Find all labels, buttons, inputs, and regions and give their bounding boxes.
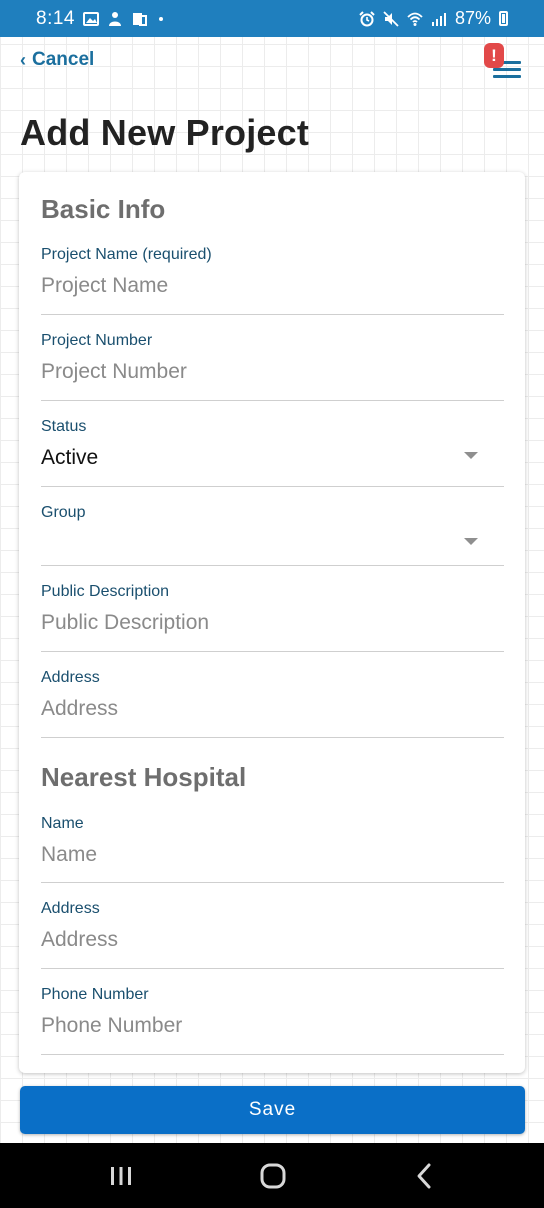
hospital-phone-input[interactable] bbox=[41, 1012, 504, 1040]
status-field[interactable]: Status Active bbox=[41, 418, 504, 487]
cancel-button[interactable]: ‹ Cancel bbox=[20, 49, 94, 71]
group-underline bbox=[41, 565, 504, 566]
hospital-phone-underline bbox=[41, 1054, 504, 1055]
project-name-label: Project Name (required) bbox=[41, 246, 212, 263]
menu-button[interactable]: ! bbox=[484, 43, 524, 83]
save-button[interactable]: Save bbox=[20, 1086, 525, 1134]
recents-icon[interactable] bbox=[104, 1161, 138, 1191]
address-underline bbox=[41, 737, 504, 738]
hospital-address-input[interactable] bbox=[41, 926, 504, 954]
hospital-name-underline bbox=[41, 882, 504, 883]
public-description-label: Public Description bbox=[41, 583, 170, 600]
nearest-hospital-heading: Nearest Hospital bbox=[41, 762, 247, 792]
status-select[interactable]: Active bbox=[41, 444, 504, 472]
wifi-icon bbox=[407, 11, 423, 27]
chevron-down-icon[interactable] bbox=[464, 452, 478, 459]
home-icon[interactable] bbox=[256, 1161, 290, 1191]
system-nav-bar bbox=[0, 1143, 544, 1208]
project-number-underline bbox=[41, 400, 504, 401]
public-description-input[interactable] bbox=[41, 609, 504, 637]
page-title: Add New Project bbox=[20, 112, 310, 153]
top-nav: ‹ Cancel ! bbox=[0, 37, 544, 97]
status-bar: 8:14 87% bbox=[0, 0, 544, 37]
project-name-underline bbox=[41, 314, 504, 315]
cancel-label: Cancel bbox=[32, 49, 95, 70]
hamburger-menu-bar bbox=[493, 75, 521, 78]
public-description-underline bbox=[41, 651, 504, 652]
alarm-icon bbox=[359, 10, 375, 27]
hospital-name-input[interactable] bbox=[41, 841, 504, 869]
hospital-name-label: Name bbox=[41, 815, 84, 832]
basic-info-heading: Basic Info bbox=[41, 194, 166, 224]
chevron-left-icon: ‹ bbox=[20, 50, 26, 70]
address-label: Address bbox=[41, 669, 100, 686]
battery-percent: 87% bbox=[454, 8, 491, 28]
status-underline bbox=[41, 486, 504, 487]
mute-icon bbox=[383, 10, 399, 27]
hospital-phone-label: Phone Number bbox=[41, 986, 149, 1003]
project-number-field: Project Number bbox=[41, 332, 504, 401]
group-label: Group bbox=[41, 504, 86, 521]
group-select[interactable] bbox=[41, 530, 504, 558]
status-label: Status bbox=[41, 418, 87, 435]
public-description-field: Public Description bbox=[41, 583, 504, 652]
app-icon bbox=[131, 11, 147, 27]
hospital-phone-field: Phone Number bbox=[41, 986, 504, 1055]
hospital-address-label: Address bbox=[41, 900, 100, 917]
person-icon bbox=[107, 11, 123, 27]
status-left: 8:14 bbox=[36, 8, 163, 30]
address-input[interactable] bbox=[41, 695, 504, 723]
project-name-field: Project Name (required) bbox=[41, 246, 504, 315]
address-field: Address bbox=[41, 669, 504, 738]
back-icon[interactable] bbox=[408, 1161, 442, 1191]
hospital-address-field: Address bbox=[41, 900, 504, 969]
project-number-input[interactable] bbox=[41, 358, 504, 386]
battery-icon bbox=[499, 11, 508, 26]
signal-icon bbox=[431, 11, 447, 27]
project-name-input[interactable] bbox=[41, 272, 504, 300]
image-icon bbox=[82, 11, 99, 27]
group-field[interactable]: Group bbox=[41, 504, 504, 566]
project-form-card: Basic Info Project Name (required) Proje… bbox=[19, 172, 525, 1073]
notification-dot bbox=[158, 16, 163, 21]
hamburger-menu-bar bbox=[493, 68, 521, 71]
alert-badge: ! bbox=[484, 43, 504, 68]
hospital-name-field: Name bbox=[41, 815, 504, 883]
project-number-label: Project Number bbox=[41, 332, 153, 349]
status-right: 87% bbox=[359, 8, 508, 29]
status-time: 8:14 bbox=[36, 7, 75, 29]
hospital-address-underline bbox=[41, 968, 504, 969]
chevron-down-icon[interactable] bbox=[464, 538, 478, 545]
